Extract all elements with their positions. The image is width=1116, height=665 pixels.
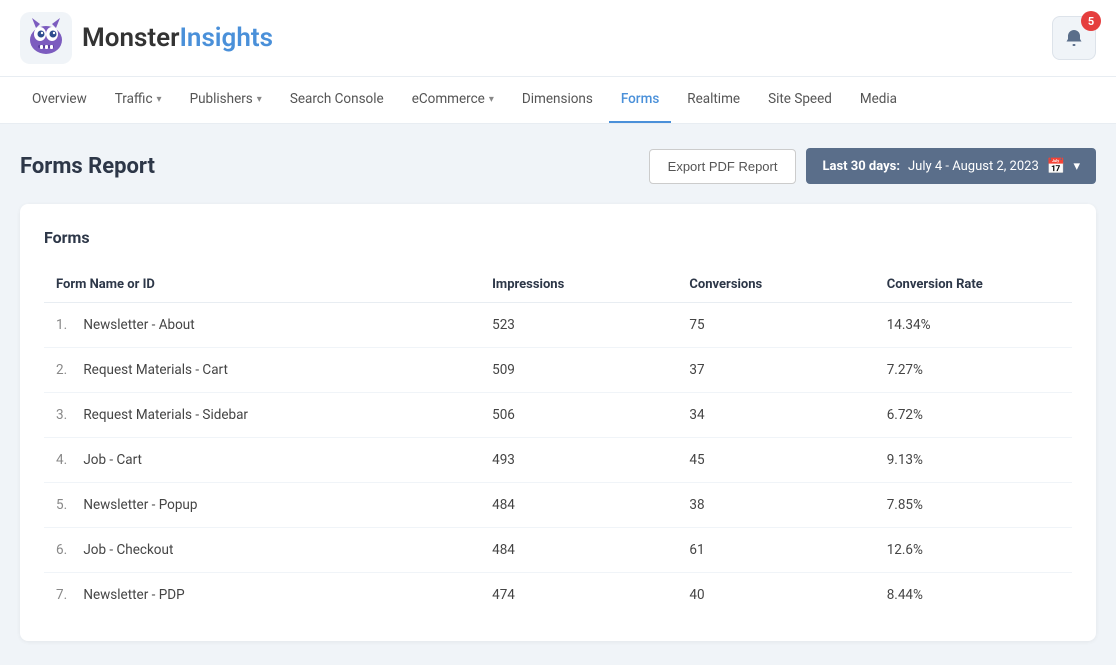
table-row: 2. Request Materials - Cart 509 37 7.27% bbox=[44, 348, 1072, 393]
chevron-down-icon: ▾ bbox=[1073, 159, 1080, 174]
cell-rate: 9.13% bbox=[875, 438, 1072, 483]
cell-conversions: 61 bbox=[677, 528, 874, 573]
row-number: 3. bbox=[56, 407, 80, 423]
cell-name: 5. Newsletter - Popup bbox=[44, 483, 480, 528]
app-name: MonsterInsights bbox=[82, 23, 273, 53]
row-number: 2. bbox=[56, 362, 80, 378]
page-content: Forms Report Export PDF Report Last 30 d… bbox=[0, 124, 1116, 665]
date-range: July 4 - August 2, 2023 bbox=[908, 159, 1039, 174]
cell-name: 7. Newsletter - PDP bbox=[44, 573, 480, 618]
col-header-impressions: Impressions bbox=[480, 267, 677, 303]
cell-impressions: 523 bbox=[480, 303, 677, 348]
cell-conversions: 75 bbox=[677, 303, 874, 348]
form-name: Request Materials - Cart bbox=[83, 362, 228, 378]
forms-table: Form Name or ID Impressions Conversions … bbox=[44, 267, 1072, 617]
page-header: Forms Report Export PDF Report Last 30 d… bbox=[20, 148, 1096, 184]
cell-impressions: 493 bbox=[480, 438, 677, 483]
col-header-conversions: Conversions bbox=[677, 267, 874, 303]
cell-rate: 12.6% bbox=[875, 528, 1072, 573]
chevron-down-icon: ▾ bbox=[257, 94, 262, 105]
row-number: 6. bbox=[56, 542, 80, 558]
date-label: Last 30 days: bbox=[822, 159, 900, 174]
cell-rate: 14.34% bbox=[875, 303, 1072, 348]
cell-name: 6. Job - Checkout bbox=[44, 528, 480, 573]
form-name: Job - Checkout bbox=[83, 542, 173, 558]
bell-icon bbox=[1064, 28, 1084, 48]
nav-item-overview[interactable]: Overview bbox=[20, 77, 99, 123]
logo-icon bbox=[20, 12, 72, 64]
col-header-name: Form Name or ID bbox=[44, 267, 480, 303]
nav-item-traffic[interactable]: Traffic ▾ bbox=[103, 77, 174, 123]
cell-impressions: 484 bbox=[480, 483, 677, 528]
cell-rate: 7.85% bbox=[875, 483, 1072, 528]
form-name: Request Materials - Sidebar bbox=[83, 407, 248, 423]
form-name: Job - Cart bbox=[83, 452, 142, 468]
cell-name: 1. Newsletter - About bbox=[44, 303, 480, 348]
chevron-down-icon: ▾ bbox=[157, 94, 162, 105]
logo: MonsterInsights bbox=[20, 12, 273, 64]
cell-rate: 6.72% bbox=[875, 393, 1072, 438]
cell-conversions: 37 bbox=[677, 348, 874, 393]
cell-conversions: 38 bbox=[677, 483, 874, 528]
nav-item-dimensions[interactable]: Dimensions bbox=[510, 77, 605, 123]
calendar-icon: 📅 bbox=[1047, 157, 1066, 175]
notification-button[interactable]: 5 bbox=[1052, 16, 1096, 60]
table-row: 6. Job - Checkout 484 61 12.6% bbox=[44, 528, 1072, 573]
app-header: MonsterInsights 5 bbox=[0, 0, 1116, 77]
chevron-down-icon: ▾ bbox=[489, 94, 494, 105]
row-number: 4. bbox=[56, 452, 80, 468]
cell-conversions: 40 bbox=[677, 573, 874, 618]
nav-item-forms[interactable]: Forms bbox=[609, 77, 671, 123]
table-row: 7. Newsletter - PDP 474 40 8.44% bbox=[44, 573, 1072, 618]
form-name: Newsletter - Popup bbox=[83, 497, 197, 513]
cell-conversions: 45 bbox=[677, 438, 874, 483]
cell-impressions: 506 bbox=[480, 393, 677, 438]
row-number: 5. bbox=[56, 497, 80, 513]
page-title: Forms Report bbox=[20, 154, 155, 179]
table-row: 1. Newsletter - About 523 75 14.34% bbox=[44, 303, 1072, 348]
row-number: 7. bbox=[56, 587, 80, 603]
table-row: 3. Request Materials - Sidebar 506 34 6.… bbox=[44, 393, 1072, 438]
nav-item-publishers[interactable]: Publishers ▾ bbox=[178, 77, 274, 123]
main-nav: Overview Traffic ▾ Publishers ▾ Search C… bbox=[0, 77, 1116, 124]
cell-impressions: 474 bbox=[480, 573, 677, 618]
export-pdf-button[interactable]: Export PDF Report bbox=[649, 149, 797, 184]
nav-item-media[interactable]: Media bbox=[848, 77, 909, 123]
notification-badge: 5 bbox=[1081, 11, 1101, 31]
forms-section-title: Forms bbox=[44, 228, 1072, 247]
cell-impressions: 484 bbox=[480, 528, 677, 573]
header-right: 5 bbox=[1052, 16, 1096, 60]
table-row: 5. Newsletter - Popup 484 38 7.85% bbox=[44, 483, 1072, 528]
cell-conversions: 34 bbox=[677, 393, 874, 438]
form-name: Newsletter - PDP bbox=[83, 587, 184, 603]
date-range-button[interactable]: Last 30 days: July 4 - August 2, 2023 📅 … bbox=[806, 148, 1096, 184]
header-actions: Export PDF Report Last 30 days: July 4 -… bbox=[649, 148, 1096, 184]
nav-item-site-speed[interactable]: Site Speed bbox=[756, 77, 844, 123]
form-name: Newsletter - About bbox=[83, 317, 194, 333]
row-number: 1. bbox=[56, 317, 80, 333]
table-row: 4. Job - Cart 493 45 9.13% bbox=[44, 438, 1072, 483]
nav-item-ecommerce[interactable]: eCommerce ▾ bbox=[400, 77, 506, 123]
cell-impressions: 509 bbox=[480, 348, 677, 393]
cell-name: 4. Job - Cart bbox=[44, 438, 480, 483]
cell-name: 2. Request Materials - Cart bbox=[44, 348, 480, 393]
forms-card: Forms Form Name or ID Impressions Conver… bbox=[20, 204, 1096, 641]
nav-item-realtime[interactable]: Realtime bbox=[675, 77, 752, 123]
nav-item-search-console[interactable]: Search Console bbox=[278, 77, 396, 123]
cell-rate: 7.27% bbox=[875, 348, 1072, 393]
col-header-rate: Conversion Rate bbox=[875, 267, 1072, 303]
cell-name: 3. Request Materials - Sidebar bbox=[44, 393, 480, 438]
cell-rate: 8.44% bbox=[875, 573, 1072, 618]
